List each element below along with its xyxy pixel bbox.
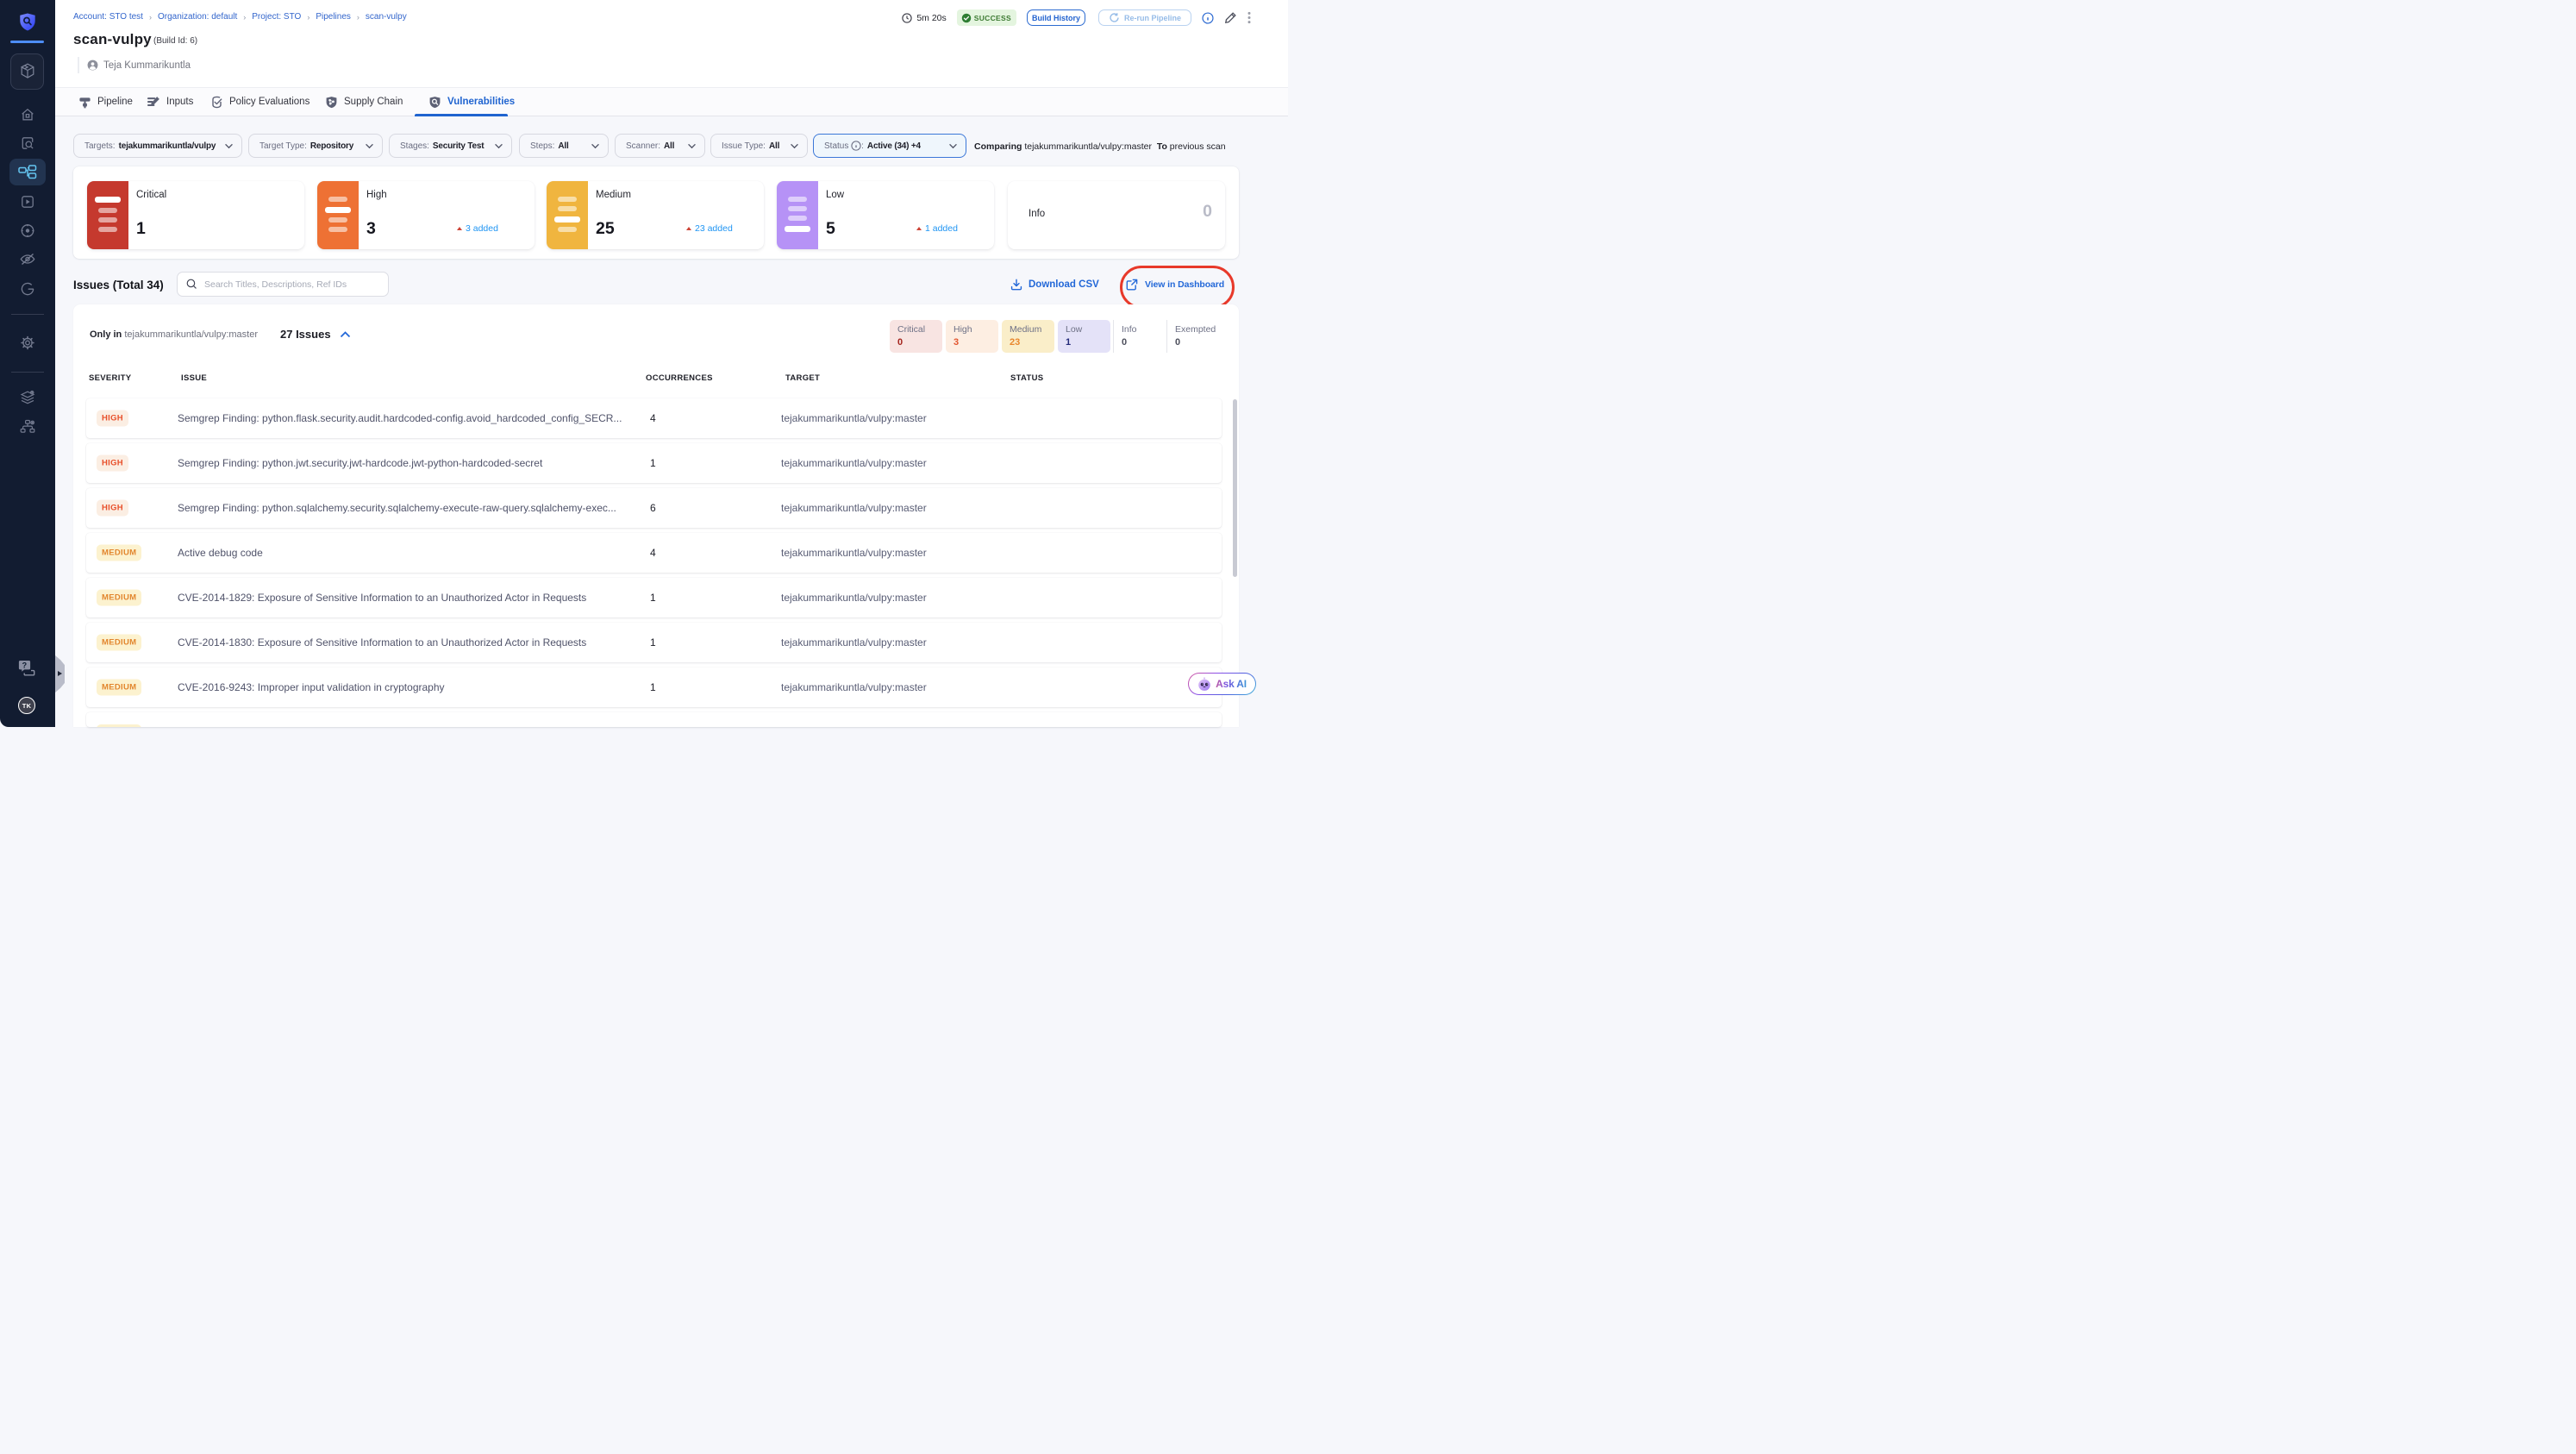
svg-text:?: ? (22, 661, 28, 669)
